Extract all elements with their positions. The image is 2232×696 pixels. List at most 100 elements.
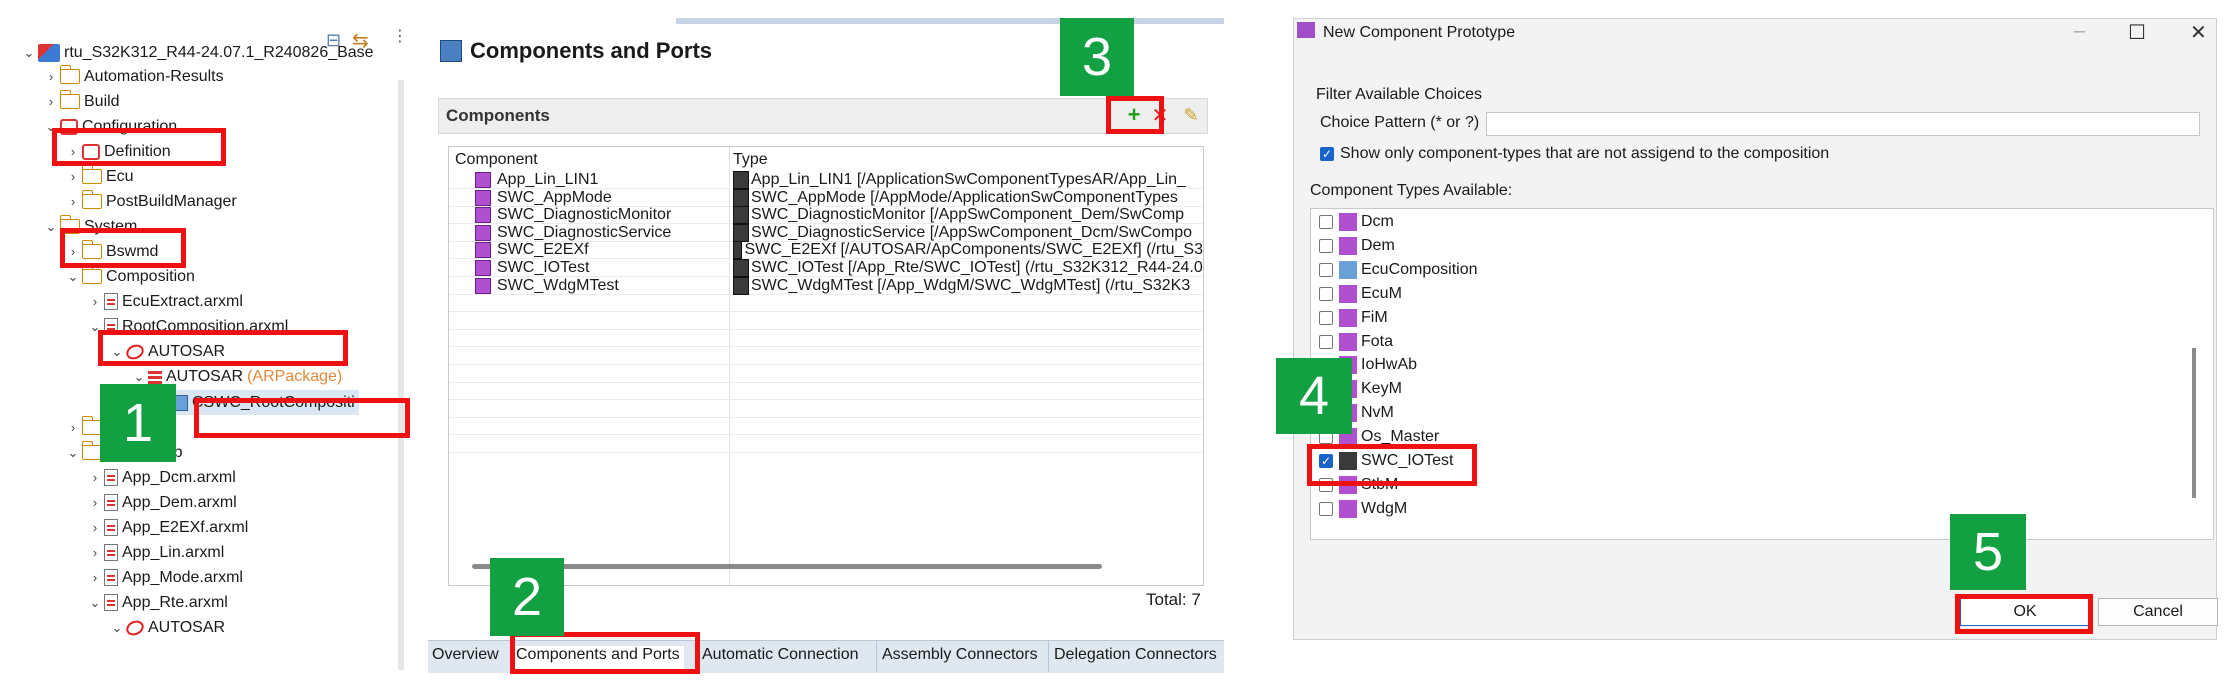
tree-item[interactable]: › App_E2EXf.arxml	[86, 515, 248, 540]
component-type-checkbox[interactable]	[1319, 334, 1333, 349]
component-type-item[interactable]: Dcm	[1319, 211, 1394, 233]
chevron-right-icon[interactable]: ›	[86, 294, 104, 309]
tree-item[interactable]: ⌄ Composition	[64, 264, 195, 289]
tree-item[interactable]: ⌄ AUTOSAR	[108, 615, 225, 640]
chevron-right-icon[interactable]: ›	[64, 169, 82, 184]
component-type-item[interactable]: FiM	[1319, 307, 1388, 329]
component-name: SWC_E2EXf	[497, 241, 589, 259]
tab-overview[interactable]: Overview	[428, 646, 503, 664]
column-header-type[interactable]: Type	[733, 151, 768, 169]
component-type-checkbox[interactable]	[1319, 477, 1333, 492]
swc-type-icon	[1339, 452, 1357, 470]
component-type-checkbox[interactable]	[1319, 215, 1333, 229]
component-type-checkbox[interactable]: ✓	[1319, 454, 1333, 468]
chevron-down-icon[interactable]: ⌄	[130, 369, 148, 385]
chevron-right-icon[interactable]: ›	[86, 470, 104, 485]
tree-item[interactable]: ⌄ App_Rte.arxml	[86, 590, 228, 615]
tree-item[interactable]: ⌄ AUTOSAR	[108, 339, 225, 364]
chevron-down-icon[interactable]: ⌄	[108, 344, 126, 360]
tree-item[interactable]: › App_Lin.arxml	[86, 540, 224, 565]
close-icon[interactable]: ✕	[2190, 20, 2207, 45]
chevron-down-icon[interactable]: ⌄	[64, 269, 82, 285]
show-only-checkbox[interactable]: ✓	[1320, 147, 1334, 161]
chevron-down-icon[interactable]: ⌄	[108, 620, 126, 636]
chevron-right-icon[interactable]: ›	[42, 69, 60, 84]
ok-button[interactable]: OK	[1960, 598, 2090, 626]
tree-item[interactable]: › Automation-Results	[42, 64, 224, 89]
chevron-right-icon[interactable]: ›	[86, 545, 104, 560]
component-type-item[interactable]: ✓ SWC_IOTest	[1319, 450, 1453, 472]
types-list-scrollbar[interactable]	[2192, 348, 2196, 498]
tree-item[interactable]: ⌄ Configuration	[42, 114, 177, 139]
tab-assembly-connectors[interactable]: Assembly Connectors	[878, 646, 1042, 664]
component-types-label: Component Types Available:	[1310, 182, 1513, 199]
table-row	[449, 400, 1203, 418]
tree-item[interactable]: › Build	[42, 89, 120, 114]
chevron-right-icon[interactable]: ›	[64, 420, 82, 435]
tree-item[interactable]: › App_Mode.arxml	[86, 565, 243, 590]
component-type-item[interactable]: WdgM	[1319, 498, 1407, 520]
table-row[interactable]: SWC_DiagnosticMonitor SWC_DiagnosticMonit…	[449, 206, 1203, 225]
tree-item[interactable]: › EcuExtract.arxml	[86, 289, 243, 314]
chevron-down-icon[interactable]: ⌄	[86, 595, 104, 611]
chevron-down-icon[interactable]: ⌄	[20, 45, 38, 61]
chevron-down-icon[interactable]: ⌄	[86, 319, 104, 335]
tab-delegation-connectors[interactable]: Delegation Connectors	[1050, 646, 1221, 664]
component-type-item[interactable]: Fota	[1319, 331, 1393, 353]
tree-item[interactable]: ⌄ System	[42, 214, 137, 239]
tab-separator	[510, 640, 511, 672]
chevron-right-icon[interactable]: ›	[64, 144, 82, 159]
cancel-button[interactable]: Cancel	[2098, 598, 2218, 626]
minimize-icon[interactable]: –	[2074, 20, 2085, 43]
tree-item[interactable]: › Ecu	[64, 164, 134, 189]
component-type-item[interactable]: Dem	[1319, 235, 1395, 257]
chevron-right-icon[interactable]: ›	[64, 194, 82, 209]
tree-item[interactable]: › PostBuildManager	[64, 189, 237, 214]
component-type-checkbox[interactable]	[1319, 501, 1333, 516]
autosar-icon	[123, 341, 147, 362]
chevron-right-icon[interactable]: ›	[64, 244, 82, 259]
component-type-checkbox[interactable]	[1319, 286, 1333, 301]
table-row[interactable]: SWC_WdgMTest SWC_WdgMTest [/App_WdgM/SWC_…	[449, 276, 1203, 295]
view-menu-icon[interactable]: ⋮	[392, 26, 408, 46]
chevron-down-icon[interactable]: ⌄	[42, 219, 60, 235]
table-row[interactable]: SWC_AppMode SWC_AppMode [/AppMode/Applica…	[449, 188, 1203, 207]
swc-type-icon	[1339, 499, 1357, 518]
component-type-checkbox[interactable]	[1319, 238, 1333, 253]
tab-automatic-connection[interactable]: Automatic Connection	[698, 646, 863, 664]
chevron-right-icon[interactable]: ›	[86, 520, 104, 535]
component-type-item[interactable]: EcuM	[1319, 283, 1402, 305]
tree-item[interactable]: › App_Dcm.arxml	[86, 465, 236, 490]
tree-item[interactable]: › App_Dem.arxml	[86, 490, 237, 515]
tab-components-and-ports[interactable]: Components and Ports	[512, 646, 684, 672]
chevron-down-icon[interactable]: ⌄	[64, 445, 82, 461]
table-row[interactable]: SWC_E2EXf SWC_E2EXf [/AUTOSAR/ApComponent…	[449, 241, 1203, 260]
component-type: SWC_DiagnosticMonitor [/AppSwComponent_D…	[751, 206, 1185, 224]
choice-pattern-input[interactable]	[1486, 112, 2200, 136]
delete-component-button[interactable]: ✕	[1147, 102, 1173, 128]
table-row[interactable]: SWC_DiagnosticService SWC_DiagnosticServi…	[449, 223, 1203, 242]
component-type-checkbox[interactable]	[1319, 310, 1333, 325]
edit-component-button[interactable]: ✎	[1178, 102, 1204, 128]
tree-item[interactable]: ⌄ rtu_S32K312_R44-24.07.1_R240826_Base	[20, 40, 374, 65]
tree-item[interactable]: CSWC_RootCompositi	[152, 390, 359, 415]
tree-scrollbar[interactable]	[398, 80, 404, 670]
table-horizontal-scrollbar[interactable]	[472, 564, 1102, 569]
component-type-item[interactable]: EcuComposition	[1319, 259, 1478, 281]
chevron-right-icon[interactable]: ›	[42, 94, 60, 109]
table-row[interactable]: SWC_IOTest SWC_IOTest [/App_Rte/SWC_IOTes…	[449, 259, 1203, 277]
tree-item[interactable]: ⌄ RootComposition.arxml	[86, 314, 288, 339]
table-row[interactable]: App_Lin_LIN1 App_Lin_LIN1 [/ApplicationSw…	[449, 171, 1203, 189]
tree-item[interactable]: › Bswmd	[64, 239, 158, 264]
maximize-icon[interactable]: ☐	[2128, 20, 2146, 45]
chevron-right-icon[interactable]: ›	[86, 495, 104, 510]
chevron-right-icon[interactable]: ›	[86, 570, 104, 585]
component-name: App_Lin_LIN1	[497, 171, 599, 188]
chevron-down-icon[interactable]: ⌄	[42, 119, 60, 135]
tree-item-label: System	[84, 217, 138, 235]
tree-item[interactable]: › Definition	[64, 139, 171, 164]
component-type-checkbox[interactable]	[1319, 262, 1333, 277]
component-type-item[interactable]: StbM	[1319, 474, 1398, 496]
add-component-button[interactable]: +	[1121, 102, 1147, 128]
column-header-component[interactable]: Component	[455, 151, 538, 169]
